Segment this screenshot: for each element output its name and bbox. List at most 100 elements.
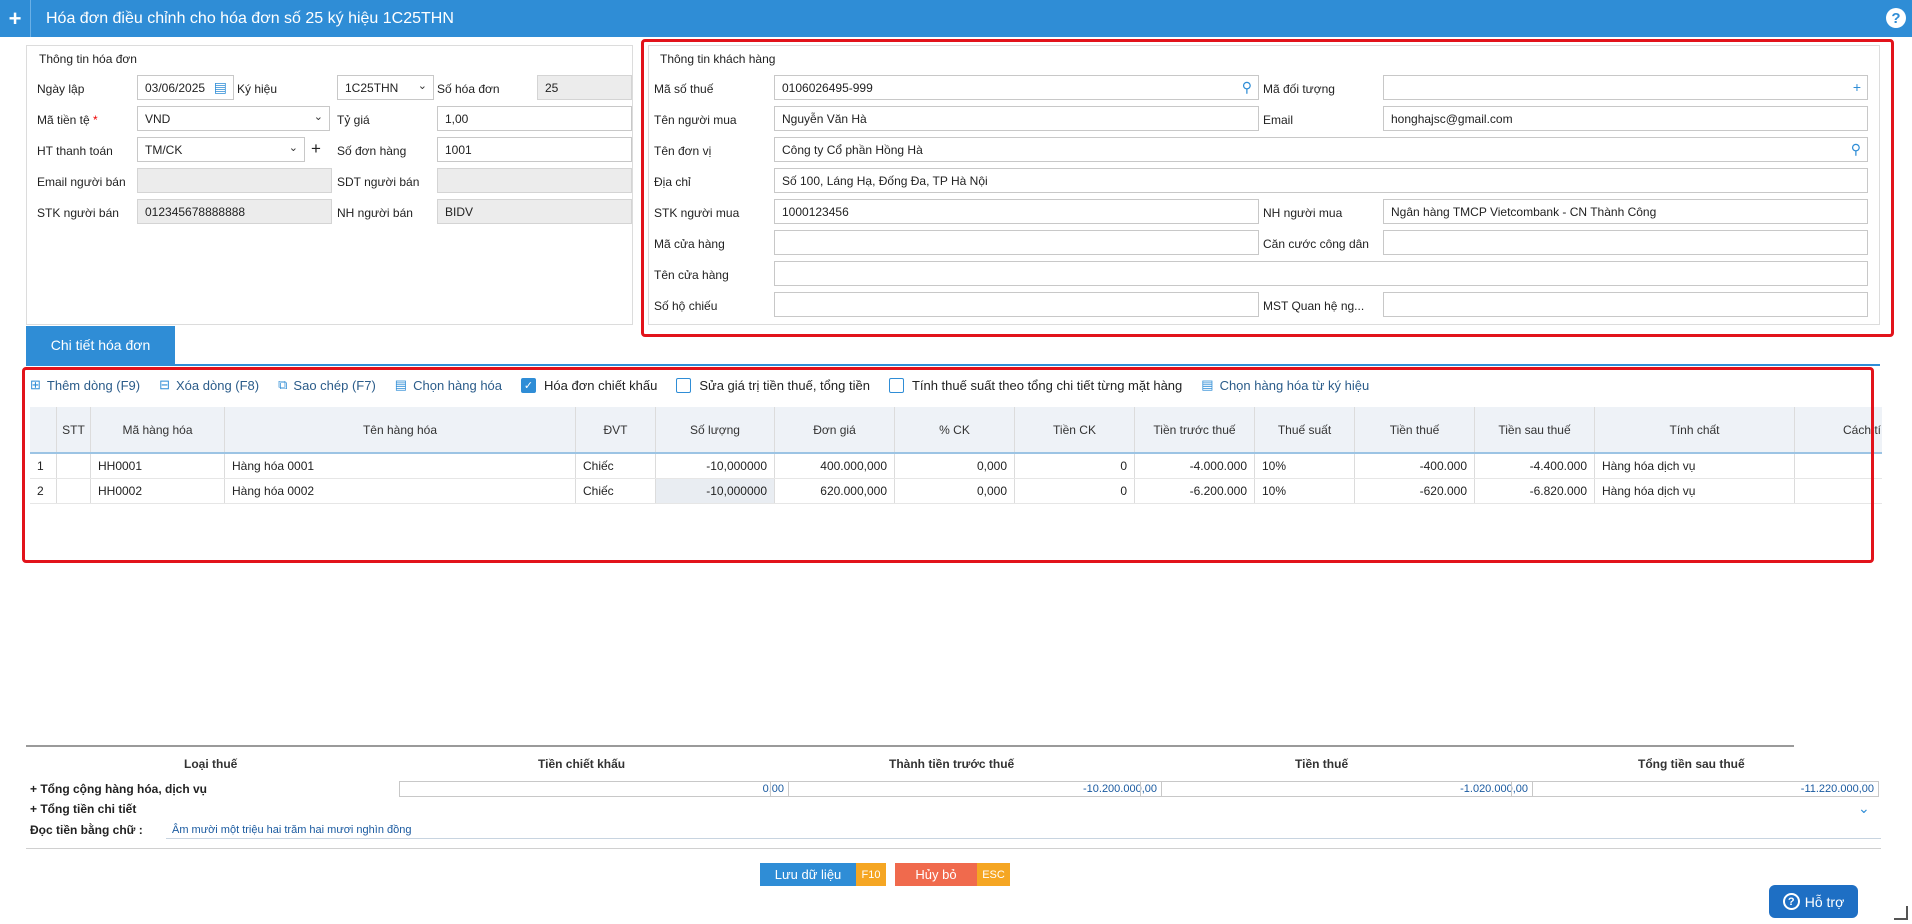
grid-header-ck-pct: % CK [895,407,1015,452]
cell-nature[interactable]: Hàng hóa dịch vụ [1595,454,1795,478]
summary-bottom-divider [26,848,1881,849]
resize-handle-icon[interactable] [1894,906,1908,920]
cell-calc[interactable] [1795,454,1882,478]
order-no-field[interactable]: 1001 [437,137,632,162]
total-detail-toggle[interactable]: + Tổng tiền chi tiết [30,802,136,816]
add-payment-icon[interactable]: + [311,139,321,159]
total-after-tax-field[interactable]: -11.220.000,00 [1511,781,1879,797]
passport-label: Số hộ chiếu [654,299,718,313]
buyer-account-field[interactable]: 1000123456 [774,199,1259,224]
invoice-date-field[interactable]: 03/06/2025 ▤ [137,75,234,100]
copy-icon: ⧉ [278,377,288,392]
buyer-bank-field[interactable]: Ngân hàng TMCP Vietcombank - CN Thành Cô… [1383,199,1868,224]
grid-header-code: Mã hàng hóa [91,407,225,452]
cell-ck-amt[interactable]: 0 [1015,454,1135,478]
company-field[interactable]: Công ty Cổ phần Hồng Hà ⚲ [774,137,1868,162]
cell-name[interactable]: Hàng hóa 0001 [225,454,576,478]
cell-before-tax[interactable]: -6.200.000 [1135,479,1255,503]
checkbox-icon[interactable] [888,377,904,393]
cell-after-tax[interactable]: -4.400.000 [1475,454,1595,478]
choose-goods-button[interactable]: ▤ Chọn hàng hóa [395,377,502,393]
store-code-label: Mã cửa hàng [654,237,725,251]
rate-field[interactable]: 1,00 [437,106,632,131]
cancel-button-label: Hủy bỏ [895,863,977,886]
store-name-field[interactable] [774,261,1868,286]
cell-qty-selected[interactable]: -10,000000 [656,479,775,503]
table-row[interactable]: 1 HH0001 Hàng hóa 0001 Chiếc -10,000000 … [30,454,1882,479]
symbol-select[interactable]: 1C25THN ⌄ [337,75,434,100]
discount-invoice-checkbox[interactable]: ✓ Hóa đơn chiết khấu [521,377,657,393]
delete-row-button[interactable]: ⊟ Xóa dòng (F8) [159,377,259,393]
cell-before-tax[interactable]: -4.000.000 [1135,454,1255,478]
calendar-icon[interactable]: ▤ [214,79,227,96]
search-icon[interactable]: ⚲ [1851,141,1861,158]
table-row[interactable]: 2 HH0002 Hàng hóa 0002 Chiếc -10,000000 … [30,479,1882,504]
cell-code[interactable]: HH0002 [91,479,225,503]
cell-price[interactable]: 400.000,000 [775,454,895,478]
cell-tax[interactable]: -400.000 [1355,454,1475,478]
add-row-button[interactable]: ⊞ Thêm dòng (F9) [30,377,140,393]
checkbox-icon[interactable] [676,377,692,393]
cell-stt[interactable] [57,479,91,503]
cell-ck-pct[interactable]: 0,000 [895,479,1015,503]
tax-code-field[interactable]: 0106026495-999 ⚲ [774,75,1259,100]
grid-header-after-tax: Tiền sau thuế [1475,407,1595,452]
cell-stt[interactable] [57,454,91,478]
cell-ck-pct[interactable]: 0,000 [895,454,1015,478]
cell-calc[interactable] [1795,479,1882,503]
read-words-field[interactable]: Âm mười một triệu hai trăm hai mươi nghì… [166,823,1881,839]
read-words-label: Đọc tiền bằng chữ : [30,823,143,837]
email-field[interactable]: honghajsc@gmail.com [1383,106,1868,131]
citizen-id-field[interactable] [1383,230,1868,255]
tax-by-item-checkbox[interactable]: Tính thuế suất theo tổng chi tiết từng m… [888,377,1182,393]
help-icon[interactable]: ? [1886,8,1906,28]
chevron-down-icon[interactable]: ⌄ [1858,800,1870,817]
object-code-field[interactable]: + [1383,75,1868,100]
cell-name[interactable]: Hàng hóa 0002 [225,479,576,503]
support-label: Hỗ trợ [1804,893,1845,910]
tab-invoice-detail[interactable]: Chi tiết hóa đơn [26,326,175,364]
grid-header-row: STT Mã hàng hóa Tên hàng hóa ĐVT Số lượn… [30,407,1882,454]
buyer-name-field[interactable]: Nguyễn Văn Hà [774,106,1259,131]
invoice-detail-grid: STT Mã hàng hóa Tên hàng hóa ĐVT Số lượn… [30,407,1882,527]
passport-field[interactable] [774,292,1259,317]
buyer-bank-label: NH người mua [1263,206,1343,220]
cell-unit[interactable]: Chiếc [576,479,656,503]
question-icon: ? [1782,893,1800,910]
cell-tax-rate[interactable]: 10% [1255,454,1355,478]
cell-qty[interactable]: -10,000000 [656,454,775,478]
summary-header-tax: Tiền thuế [1295,757,1349,771]
cell-ck-amt[interactable]: 0 [1015,479,1135,503]
mst-relation-field[interactable] [1383,292,1868,317]
company-value: Công ty Cổ phần Hồng Hà [782,143,923,157]
checkbox-checked-icon[interactable]: ✓ [521,377,537,393]
total-goods-toggle[interactable]: + Tổng cộng hàng hóa, dịch vụ [30,782,207,796]
save-button[interactable]: Lưu dữ liệu F10 [760,863,886,886]
total-before-tax-field[interactable]: -10.200.000,00 [770,781,1162,797]
cell-code[interactable]: HH0001 [91,454,225,478]
cell-tax-rate[interactable]: 10% [1255,479,1355,503]
cell-nature[interactable]: Hàng hóa dịch vụ [1595,479,1795,503]
total-discount-field[interactable]: 0,00 [399,781,789,797]
add-icon[interactable]: + [0,0,30,37]
choose-goods-by-symbol-button[interactable]: ▤ Chọn hàng hóa từ ký hiệu [1201,377,1369,393]
edit-tax-total-checkbox[interactable]: Sửa giá trị tiền thuế, tổng tiền [676,377,870,393]
tax-code-label: Mã số thuế [654,82,714,96]
invoice-no-field: 25 [537,75,632,100]
currency-select[interactable]: VND ⌄ [137,106,330,131]
detail-toolbar: ⊞ Thêm dòng (F9) ⊟ Xóa dòng (F8) ⧉ Sao chép… [30,373,1388,397]
support-button[interactable]: ? Hỗ trợ [1769,885,1858,918]
copy-button[interactable]: ⧉ Sao chép (F7) [278,377,376,393]
cancel-button[interactable]: Hủy bỏ ESC [895,863,1010,886]
search-icon[interactable]: ⚲ [1242,79,1252,96]
add-icon[interactable]: + [1853,79,1861,95]
cell-after-tax[interactable]: -6.820.000 [1475,479,1595,503]
chevron-down-icon: ⌄ [417,80,427,92]
store-code-field[interactable] [774,230,1259,255]
address-field[interactable]: Số 100, Láng Hạ, Đống Đa, TP Hà Nội [774,168,1868,193]
cell-tax[interactable]: -620.000 [1355,479,1475,503]
cell-price[interactable]: 620.000,000 [775,479,895,503]
total-tax-field[interactable]: -1.020.000,00 [1140,781,1533,797]
cell-unit[interactable]: Chiếc [576,454,656,478]
payment-select[interactable]: TM/CK ⌄ [137,137,305,162]
